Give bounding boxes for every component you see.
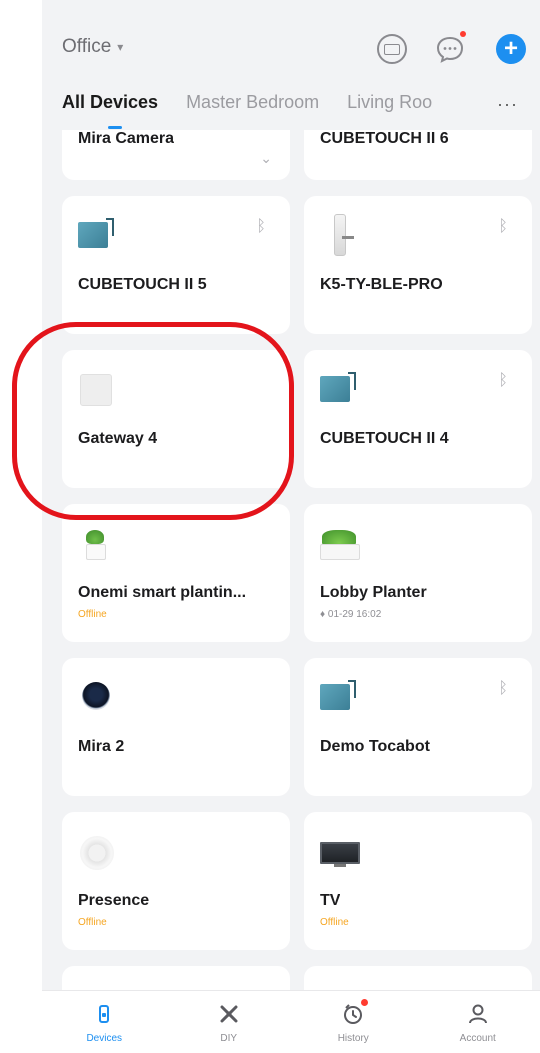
chevron-down-icon[interactable]: ⌄	[260, 150, 272, 167]
presence-sensor-icon	[78, 830, 120, 872]
device-card-gateway-4[interactable]: Gateway 4	[62, 350, 290, 488]
tab-fade	[437, 88, 487, 120]
tab-master-bedroom[interactable]: Master Bedroom	[186, 92, 319, 113]
caret-down-icon: ▾	[117, 40, 124, 54]
home-selector[interactable]: Office ▾	[62, 36, 123, 58]
device-name: TV	[320, 892, 341, 909]
nav-label: Devices	[86, 1033, 123, 1044]
home-name: Office	[62, 36, 112, 57]
nav-account[interactable]: Account	[416, 991, 540, 1053]
devices-icon	[91, 1001, 117, 1027]
device-name: Mira 2	[78, 738, 125, 755]
chat-icon[interactable]	[435, 31, 466, 64]
notification-dot	[460, 31, 466, 37]
device-card-k5-ty-ble-pro[interactable]: ᛒ K5-TY-BLE-PRO	[304, 196, 532, 334]
device-card-presence[interactable]: Presence Offline	[62, 812, 290, 950]
planter-icon	[320, 522, 362, 564]
device-card-onemi-planting[interactable]: Onemi smart plantin... Offline	[62, 504, 290, 642]
nav-label: DIY	[220, 1033, 238, 1044]
device-card-mira-2[interactable]: Mira 2	[62, 658, 290, 796]
device-name: Onemi smart plantin...	[78, 584, 247, 601]
nav-label: History	[337, 1033, 369, 1044]
device-card-cubetouch-4[interactable]: ᛒ CUBETOUCH II 4	[304, 350, 532, 488]
device-name: Presence	[78, 892, 150, 909]
device-name: Demo Tocabot	[320, 738, 430, 755]
camera-icon	[78, 676, 120, 718]
device-card-lobby-planter[interactable]: Lobby Planter ♦ 01-29 16:02	[304, 504, 532, 642]
device-card-tv[interactable]: TV Offline	[304, 812, 532, 950]
status-badge: Offline	[320, 917, 349, 928]
device-name: CUBETOUCH II 4	[320, 430, 449, 447]
gateway-icon	[78, 368, 120, 410]
device-name: CUBETOUCH II 5	[78, 276, 207, 293]
bluetooth-icon: ᛒ	[256, 218, 266, 235]
device-name: CUBETOUCH II 6	[320, 130, 449, 147]
active-tab-indicator	[108, 126, 122, 129]
history-icon	[340, 999, 369, 1027]
nav-diy[interactable]: DIY	[167, 991, 292, 1053]
notification-dot	[361, 999, 369, 1006]
status-badge: Offline	[78, 917, 107, 928]
nav-devices[interactable]: Devices	[42, 991, 167, 1053]
account-icon	[465, 1001, 491, 1027]
nav-history[interactable]: History	[291, 991, 416, 1053]
bottom-nav: Devices DIY History Account	[42, 990, 540, 1053]
cubetouch-icon	[320, 368, 362, 410]
tab-all-devices[interactable]: All Devices	[62, 92, 158, 113]
bluetooth-icon: ᛒ	[498, 218, 508, 235]
top-header: Office ▾ + All Devices Master Bedroom Li…	[42, 0, 540, 130]
device-name: Mira Camera	[78, 130, 175, 147]
tab-living-room[interactable]: Living Roo	[347, 92, 432, 113]
cubetouch-icon	[78, 214, 120, 256]
bluetooth-icon: ᛒ	[498, 680, 508, 697]
device-name: K5-TY-BLE-PRO	[320, 276, 443, 293]
room-tabs: All Devices Master Bedroom Living Roo	[62, 92, 432, 113]
status-badge: Offline	[78, 609, 107, 620]
device-name: Lobby Planter	[320, 584, 427, 601]
message-icon[interactable]	[377, 34, 407, 64]
app-screen: Mira Camera ⌄ CUBETOUCH II 6 ᛒ CUBETOUCH…	[42, 0, 540, 1053]
status-timestamp: ♦ 01-29 16:02	[320, 609, 382, 620]
device-name: Gateway 4	[78, 430, 158, 447]
diy-icon	[216, 1001, 242, 1027]
bluetooth-icon: ᛒ	[498, 372, 508, 389]
device-grid: Mira Camera ⌄ CUBETOUCH II 6 ᛒ CUBETOUCH…	[62, 0, 540, 1053]
device-card-cubetouch-5[interactable]: ᛒ CUBETOUCH II 5	[62, 196, 290, 334]
tv-icon	[320, 830, 362, 872]
plant-icon	[78, 522, 120, 564]
device-card-demo-tocabot[interactable]: ᛒ Demo Tocabot	[304, 658, 532, 796]
more-tabs-icon[interactable]: ···	[497, 94, 518, 115]
lock-icon	[320, 214, 362, 256]
cubetouch-icon	[320, 676, 362, 718]
nav-label: Account	[459, 1033, 496, 1044]
add-device-button[interactable]: +	[496, 34, 526, 64]
